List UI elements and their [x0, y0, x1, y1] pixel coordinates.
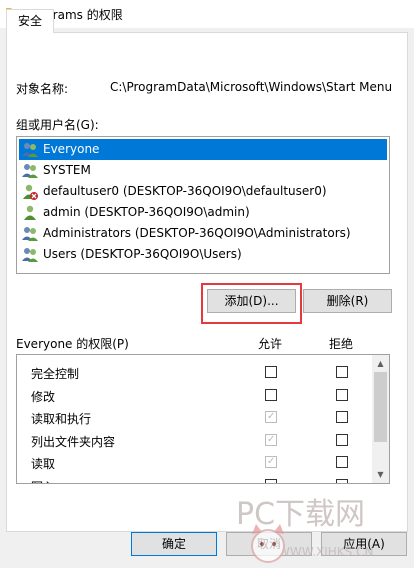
group-item[interactable]: Users (DESKTOP-36QOI9O\Users): [17, 244, 389, 265]
group-icon: [21, 247, 39, 263]
object-name-value: C:\ProgramData\Microsoft\Windows\Start M…: [110, 80, 393, 94]
group-item[interactable]: defaultuser0 (DESKTOP-36QOI9O\defaultuse…: [17, 181, 389, 202]
deny-checkbox[interactable]: [336, 388, 348, 401]
deny-checkbox[interactable]: [336, 456, 348, 468]
fox-logo-icon: [251, 524, 285, 563]
group-item-label: Everyone: [43, 142, 100, 156]
scroll-up-arrow-icon[interactable]: ▲: [372, 355, 389, 372]
user-icon: [21, 205, 39, 221]
group-item-label: admin (DESKTOP-36QOI9O\admin): [43, 205, 250, 219]
deny-checkbox[interactable]: [336, 366, 348, 378]
group-icon: [21, 226, 39, 242]
title-bar: Programs 的权限: [0, 0, 414, 28]
permissions-scrollbar[interactable]: ▲ ▼: [372, 355, 389, 483]
object-name-label: 对象名称:: [16, 82, 69, 96]
ok-button[interactable]: 确定: [131, 532, 217, 556]
check-icon: ✓: [267, 433, 276, 445]
check-icon: ✓: [267, 411, 276, 422]
permission-name: 读取和执行: [31, 412, 92, 426]
deny-checkbox[interactable]: [336, 433, 348, 446]
group-icon: [21, 163, 39, 179]
permission-row: 读取和执行 ✓: [17, 406, 373, 429]
group-item[interactable]: Everyone: [19, 139, 387, 160]
permission-row: 修改: [17, 384, 373, 407]
permissions-list: 写入 读取 ✓ 列出文件夹内容 ✓ 读取和执行 ✓ 修改 完全控制 ▲ ▼: [16, 354, 390, 484]
allow-checkbox: ✓: [265, 456, 277, 468]
allow-checkbox[interactable]: [265, 388, 277, 401]
watermark-sub: WWW.XIHKS.CN: [278, 545, 373, 559]
deny-checkbox[interactable]: [336, 411, 348, 423]
group-item-label: Users (DESKTOP-36QOI9O\Users): [43, 247, 242, 261]
group-item[interactable]: SYSTEM: [17, 160, 389, 181]
permission-name: 读取: [31, 457, 56, 471]
groups-label: 组或用户名(G):: [16, 118, 99, 132]
permission-name: 完全控制: [31, 367, 80, 381]
groups-listbox[interactable]: Everyone SYSTEM defaultuser0 (DESKTOP-36QO…: [16, 136, 390, 274]
scroll-thumb[interactable]: [374, 372, 387, 442]
permission-row: 完全控制: [17, 361, 373, 384]
allow-header: 允许: [258, 337, 283, 351]
permission-row: 列出文件夹内容 ✓: [17, 429, 373, 452]
group-item-label: Administrators (DESKTOP-36QOI9O\Administ…: [43, 226, 351, 240]
permissions-label: Everyone 的权限(P): [16, 337, 129, 351]
permission-name: 写入: [31, 478, 55, 484]
group-item[interactable]: admin (DESKTOP-36QOI9O\admin): [17, 202, 389, 223]
remove-button[interactable]: 删除(R): [303, 289, 392, 313]
group-item-label: SYSTEM: [43, 163, 91, 177]
allow-checkbox: ✓: [265, 433, 277, 446]
tab-security[interactable]: 安全: [6, 9, 54, 33]
allow-checkbox[interactable]: [265, 366, 277, 378]
allow-checkbox: ✓: [265, 411, 277, 423]
user-denied-icon: [21, 184, 39, 200]
group-icon: [21, 142, 39, 158]
deny-header: 拒绝: [329, 337, 354, 351]
permission-name: 列出文件夹内容: [31, 434, 116, 449]
watermark-logo: PC下载网 WWW.XIHKS.CN: [236, 497, 373, 563]
group-item-label: defaultuser0 (DESKTOP-36QOI9O\defaultuse…: [43, 184, 327, 198]
check-icon: ✓: [267, 456, 276, 467]
add-button-highlight: [201, 283, 302, 324]
group-item[interactable]: Administrators (DESKTOP-36QOI9O\Administ…: [17, 223, 389, 244]
permission-name: 修改: [31, 389, 56, 404]
permission-row: 读取 ✓: [17, 451, 373, 474]
